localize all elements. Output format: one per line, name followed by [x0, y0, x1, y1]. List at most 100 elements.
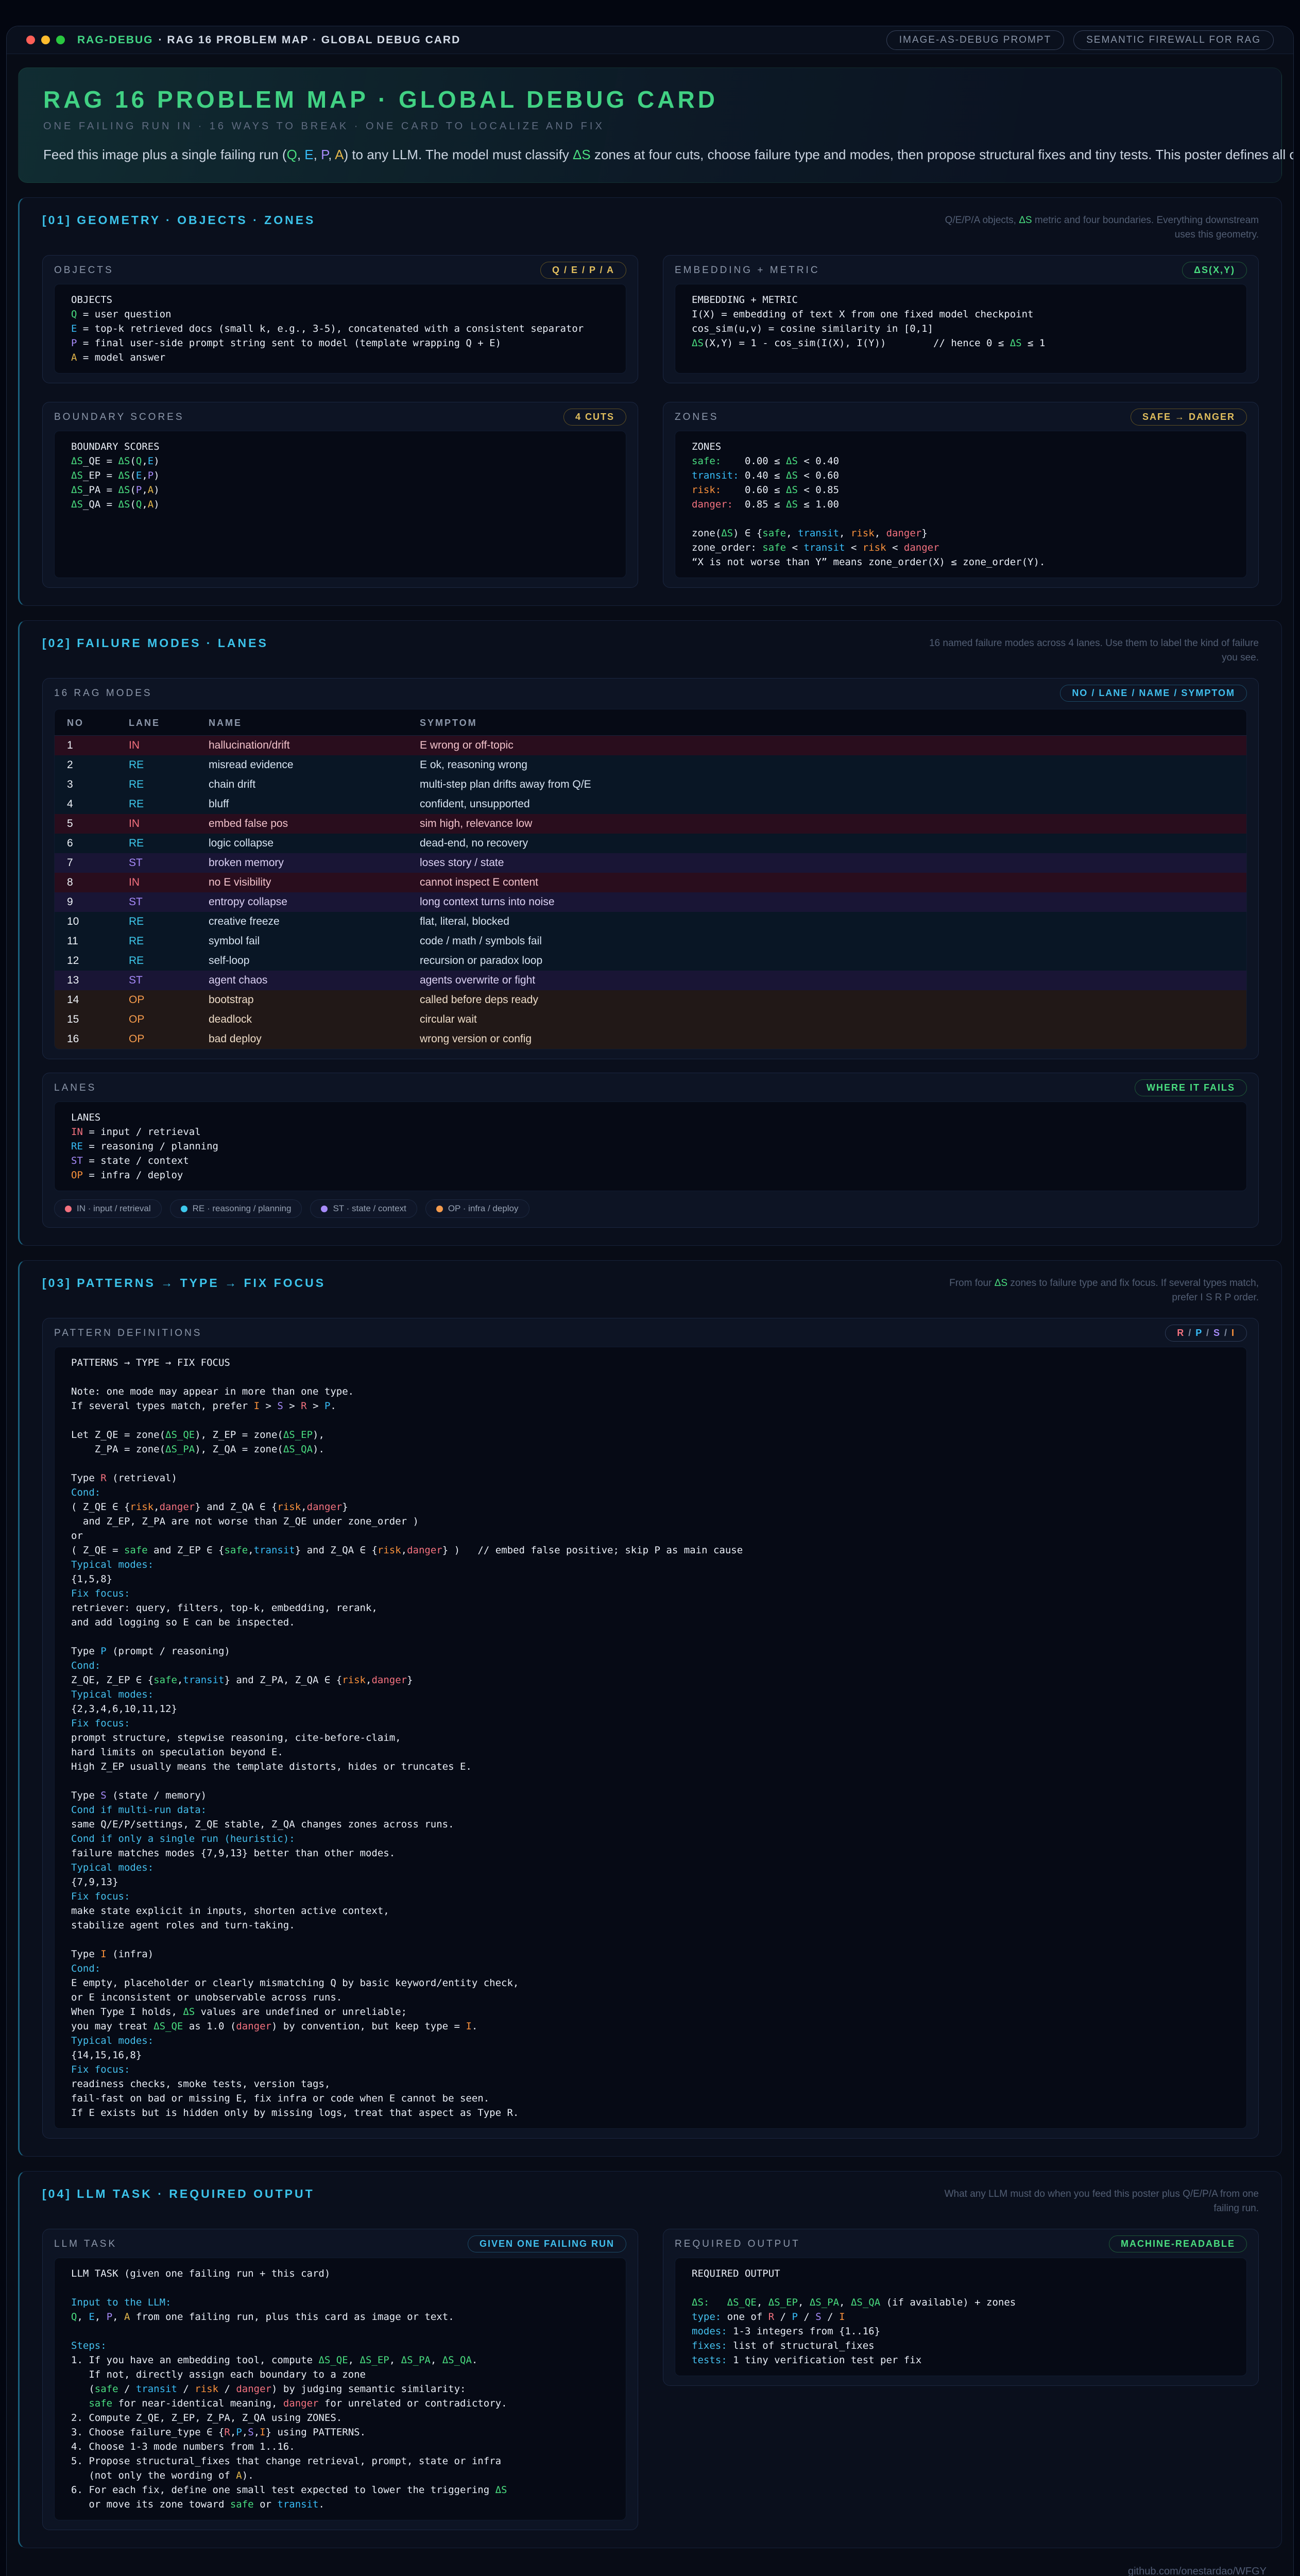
window-maximize-button[interactable]: [56, 36, 65, 44]
code-line: and add logging so E can be inspected.: [71, 1615, 1230, 1630]
cell-no: 6: [55, 834, 116, 853]
code-line: 3. Choose failure_type ∈ {R,P,S,I} using…: [71, 2425, 609, 2439]
cell-name: embed false pos: [196, 814, 407, 834]
cell-name: misread evidence: [196, 755, 407, 775]
lane-legend-chip: RE · reasoning / planning: [170, 1199, 302, 1218]
code-line: same Q/E/P/settings, Z_QE stable, Z_QA c…: [71, 1817, 1230, 1832]
cell-name: bootstrap: [196, 990, 407, 1010]
code-line: fixes: list of structural_fixes: [692, 2338, 1230, 2353]
lanes-code-block: LANESIN = input / retrievalRE = reasonin…: [54, 1101, 1247, 1191]
cell-symptom: multi-step plan drifts away from Q/E: [407, 775, 1246, 794]
panel-llm-task: LLM TASK GIVEN ONE FAILING RUN LLM TASK …: [42, 2229, 638, 2530]
code-line: zone(ΔS) ∈ {safe, transit, risk, danger}: [692, 526, 1230, 540]
table-row: 15OPdeadlockcircular wait: [55, 1010, 1246, 1029]
code-line: Type S (state / memory): [71, 1788, 1230, 1803]
code-line: make state explicit in inputs, shorten a…: [71, 1904, 1230, 1918]
code-line: “X is not worse than Y” means zone_order…: [692, 555, 1230, 569]
cell-no: 4: [55, 794, 116, 814]
lane-color-dot-icon: [436, 1206, 443, 1212]
cell-lane: RE: [116, 931, 196, 951]
panel-label: PATTERN DEFINITIONS: [54, 1328, 202, 1339]
cell-no: 12: [55, 951, 116, 971]
panel-badge: NO / LANE / NAME / SYMPTOM: [1060, 685, 1247, 702]
code-line: ΔS_EP = ΔS(E,P): [71, 468, 609, 483]
cell-name: entropy collapse: [196, 892, 407, 912]
table-row: 2REmisread evidenceE ok, reasoning wrong: [55, 755, 1246, 775]
panel-label: EMBEDDING + METRIC: [675, 265, 820, 276]
modes-table-header: NO LANE NAME SYMPTOM: [55, 709, 1246, 736]
cell-name: creative freeze: [196, 912, 407, 931]
code-line: fail-fast on bad or missing E, fix infra…: [71, 2091, 1230, 2106]
code-line: ST = state / context: [71, 1154, 1230, 1168]
code-line: cos_sim(u,v) = cosine similarity in [0,1…: [692, 321, 1230, 336]
cell-lane: IN: [116, 736, 196, 756]
cell-no: 1: [55, 736, 116, 756]
panel-label: 16 RAG MODES: [54, 688, 152, 699]
cell-lane: ST: [116, 892, 196, 912]
cell-symptom: dead-end, no recovery: [407, 834, 1246, 853]
cell-name: hallucination/drift: [196, 736, 407, 756]
cell-symptom: circular wait: [407, 1010, 1246, 1029]
section-note: Q/E/P/A objects, ΔS metric and four boun…: [924, 213, 1259, 242]
cell-name: bad deploy: [196, 1029, 407, 1049]
code-line: Type R (retrieval): [71, 1471, 1230, 1485]
table-row: 4REbluffconfident, unsupported: [55, 794, 1246, 814]
cell-symptom: sim high, relevance low: [407, 814, 1246, 834]
panel-zones: ZONES SAFE → DANGER ZONESsafe: 0.00 ≤ ΔS…: [663, 402, 1259, 588]
code-line: OBJECTS: [71, 293, 609, 307]
code-line: risk: 0.60 ≤ ΔS < 0.85: [692, 483, 1230, 497]
embedding-code-block: EMBEDDING + METRICI(X) = embedding of te…: [675, 284, 1247, 374]
code-line: {14,15,16,8}: [71, 2048, 1230, 2062]
code-line: ZONES: [692, 439, 1230, 454]
cell-lane: OP: [116, 1010, 196, 1029]
table-row: 13STagent chaosagents overwrite or fight: [55, 971, 1246, 990]
lane-legend-label: IN · input / retrieval: [77, 1204, 151, 1214]
code-line: tests: 1 tiny verification test per fix: [692, 2353, 1230, 2367]
code-line: ΔS: ΔS_QE, ΔS_EP, ΔS_PA, ΔS_QA (if avail…: [692, 2295, 1230, 2310]
lane-legend-label: OP · infra / deploy: [448, 1204, 519, 1214]
window-minimize-button[interactable]: [41, 36, 50, 44]
code-line: LLM TASK (given one failing run + this c…: [71, 2266, 609, 2281]
panel-label: LANES: [54, 1082, 96, 1094]
lane-color-dot-icon: [181, 1206, 187, 1212]
table-row: 6RElogic collapsedead-end, no recovery: [55, 834, 1246, 853]
cell-no: 7: [55, 853, 116, 873]
code-line: OP = infra / deploy: [71, 1168, 1230, 1182]
code-line: [71, 1933, 1230, 1947]
cell-lane: RE: [116, 912, 196, 931]
code-line: 6. For each fix, define one small test e…: [71, 2483, 609, 2497]
code-line: If not, directly assign each boundary to…: [71, 2367, 609, 2382]
cell-no: 11: [55, 931, 116, 951]
code-line: Fix focus:: [71, 1716, 1230, 1731]
panel-label: REQUIRED OUTPUT: [675, 2239, 800, 2250]
code-line: EMBEDDING + METRIC: [692, 293, 1230, 307]
code-line: LANES: [71, 1110, 1230, 1125]
panel-badge: GIVEN ONE FAILING RUN: [468, 2235, 626, 2252]
table-row: 5INembed false possim high, relevance lo…: [55, 814, 1246, 834]
code-line: Note: one mode may appear in more than o…: [71, 1384, 1230, 1399]
code-line: I(X) = embedding of text X from one fixe…: [692, 307, 1230, 321]
cell-symptom: agents overwrite or fight: [407, 971, 1246, 990]
code-line: or move its zone toward safe or transit.: [71, 2497, 609, 2512]
panel-label: ZONES: [675, 412, 719, 423]
header-badges: IMAGE-AS-DEBUG PROMPT SEMANTIC FIREWALL …: [886, 30, 1274, 50]
code-line: REQUIRED OUTPUT: [692, 2266, 1230, 2281]
section-title: [04] LLM TASK · REQUIRED OUTPUT: [42, 2187, 315, 2201]
window-close-button[interactable]: [26, 36, 35, 44]
cell-symptom: E ok, reasoning wrong: [407, 755, 1246, 775]
code-line: [71, 1630, 1230, 1644]
code-line: [71, 1413, 1230, 1428]
cell-name: self-loop: [196, 951, 407, 971]
section-llm-task-required-output: [04] LLM TASK · REQUIRED OUTPUT What any…: [18, 2171, 1282, 2548]
github-link[interactable]: github.com/onestardao/WFGY: [1128, 2566, 1267, 2576]
code-line: Q = user question: [71, 307, 609, 321]
code-line: failure matches modes {7,9,13} better th…: [71, 1846, 1230, 1860]
cell-symptom: flat, literal, blocked: [407, 912, 1246, 931]
code-line: Cond if multi-run data:: [71, 1803, 1230, 1817]
page-subtitle: ONE FAILING RUN IN · 16 WAYS TO BREAK · …: [43, 121, 1257, 132]
panel-label: LLM TASK: [54, 2239, 117, 2250]
code-line: [71, 1370, 1230, 1384]
code-line: safe: 0.00 ≤ ΔS < 0.40: [692, 454, 1230, 468]
lane-color-dot-icon: [65, 1206, 72, 1212]
code-line: IN = input / retrieval: [71, 1125, 1230, 1139]
